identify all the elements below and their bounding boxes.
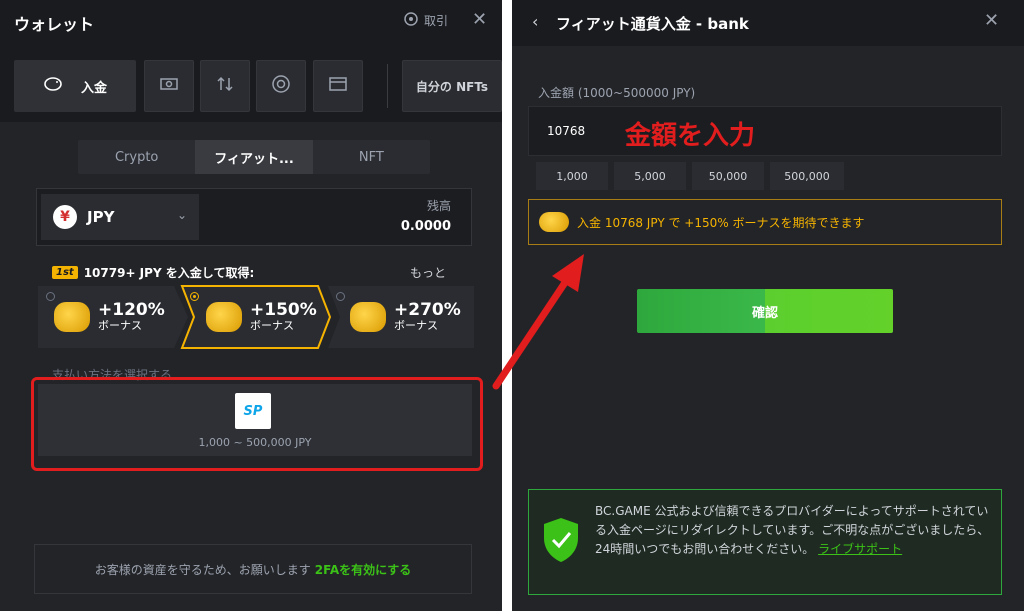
bonus-percent: +120% <box>98 300 165 320</box>
bonus-notice: 入金 10768 JPY で +150% ボーナスを期待できます <box>528 199 1002 245</box>
bonus-label: ボーナス <box>250 319 294 332</box>
withdraw-button[interactable] <box>144 60 194 112</box>
swap-icon <box>215 75 235 97</box>
live-support-link[interactable]: ライブサポート <box>818 542 902 556</box>
bonus-option-120[interactable]: +120% ボーナス <box>54 286 165 348</box>
secure-notice-body: BC.GAME 公式および信頼できるプロバイダーによってサポートされている入金ペ… <box>595 504 990 556</box>
deposit-promo: 1st 10779+ JPY を入金して取得: <box>52 264 254 281</box>
promo-text: 10779+ JPY を入金して取得: <box>83 266 255 280</box>
currency-box: ¥ JPY ⌄ 残高 0.0000 <box>36 188 472 246</box>
balance-value: 0.0000 <box>400 219 451 234</box>
highlight-box <box>31 377 483 471</box>
enable-2fa-link[interactable]: 2FAを有効にする <box>315 561 412 578</box>
coin-stack-icon <box>206 302 242 332</box>
quick-amount-500000[interactable]: 500,000 <box>770 162 844 190</box>
amount-input[interactable]: 10768 金額を入力 <box>528 106 1002 156</box>
back-chevron-icon[interactable]: ‹ <box>532 12 538 31</box>
vault-icon <box>271 74 291 98</box>
deposit-tab-label: 入金 <box>80 80 107 96</box>
wallet-panel: ウォレット 取引 ✕ 入金 自分の NFTs Crypto フィアット... N… <box>0 0 502 611</box>
secure-redirect-notice: BC.GAME 公式および信頼できるプロバイダーによってサポートされている入金ペ… <box>528 489 1002 595</box>
cash-icon <box>159 76 179 96</box>
bonus-option-150[interactable]: +150% ボーナス <box>206 286 317 348</box>
chevron-down-icon: ⌄ <box>177 208 188 222</box>
asset-type-tabs: Crypto フィアット... NFT <box>78 140 430 174</box>
quick-amount-1000[interactable]: 1,000 <box>536 162 608 190</box>
close-icon[interactable]: ✕ <box>984 10 999 31</box>
my-nfts-label: 自分の NFTs <box>415 79 489 94</box>
bonus-label: ボーナス <box>98 319 142 332</box>
twofa-text: お客様の資産を守るため、お願いします <box>94 562 311 577</box>
more-link[interactable]: もっと <box>410 264 446 281</box>
coin-stack-icon <box>350 302 386 332</box>
bonus-radio-2[interactable] <box>190 292 199 301</box>
wallet-title: ウォレット <box>14 15 95 34</box>
piggy-bank-icon <box>43 76 63 96</box>
shield-check-icon <box>541 516 581 568</box>
history-label: 取引 <box>424 14 449 28</box>
confirm-button[interactable]: 確認 <box>637 289 893 333</box>
currency-code: JPY <box>87 208 115 226</box>
deposit-tab-button[interactable]: 入金 <box>14 60 136 112</box>
bonus-percent: +270% <box>394 300 461 320</box>
coin-stack-icon <box>54 302 90 332</box>
red-arrow-annotation <box>492 254 584 390</box>
buy-crypto-button[interactable] <box>313 60 363 112</box>
tab-nft[interactable]: NFT <box>313 140 430 174</box>
currency-select[interactable]: ¥ JPY ⌄ <box>41 194 199 240</box>
first-deposit-badge: 1st <box>52 266 78 279</box>
secure-notice-text: BC.GAME 公式および信頼できるプロバイダーによってサポートされている入金ペ… <box>595 502 995 559</box>
my-nfts-button[interactable]: 自分の NFTs <box>402 60 502 112</box>
deposit-title: フィアット通貨入金 - bank <box>556 15 749 33</box>
coin-stack-icon <box>539 212 569 232</box>
balance-label: 残高 <box>426 199 451 213</box>
bonus-notice-text: 入金 10768 JPY で +150% ボーナスを期待できます <box>577 215 865 230</box>
bonus-label: ボーナス <box>394 319 438 332</box>
quick-amount-50000[interactable]: 50,000 <box>692 162 764 190</box>
vault-button[interactable] <box>256 60 306 112</box>
quick-amount-5000[interactable]: 5,000 <box>614 162 686 190</box>
twofa-banner: お客様の資産を守るため、お願いします 2FAを有効にする <box>34 544 472 594</box>
wallet-card-icon <box>328 75 348 97</box>
enter-amount-annotation: 金額を入力 <box>625 121 756 151</box>
bonus-radio-3[interactable] <box>336 292 345 301</box>
history-icon <box>404 12 418 29</box>
amount-label: 入金額 (1000~500000 JPY) <box>538 86 696 100</box>
tab-fiat[interactable]: フィアット... <box>195 140 313 174</box>
tab-crypto[interactable]: Crypto <box>78 140 195 174</box>
toolbar-divider <box>387 64 388 108</box>
history-button[interactable]: 取引 <box>404 12 448 29</box>
amount-value: 10768 <box>547 124 586 138</box>
bonus-percent: +150% <box>250 300 317 320</box>
bonus-option-270[interactable]: +270% ボーナス <box>350 286 461 348</box>
swap-button[interactable] <box>200 60 250 112</box>
close-icon[interactable]: ✕ <box>472 9 487 30</box>
yen-icon: ¥ <box>53 205 77 229</box>
